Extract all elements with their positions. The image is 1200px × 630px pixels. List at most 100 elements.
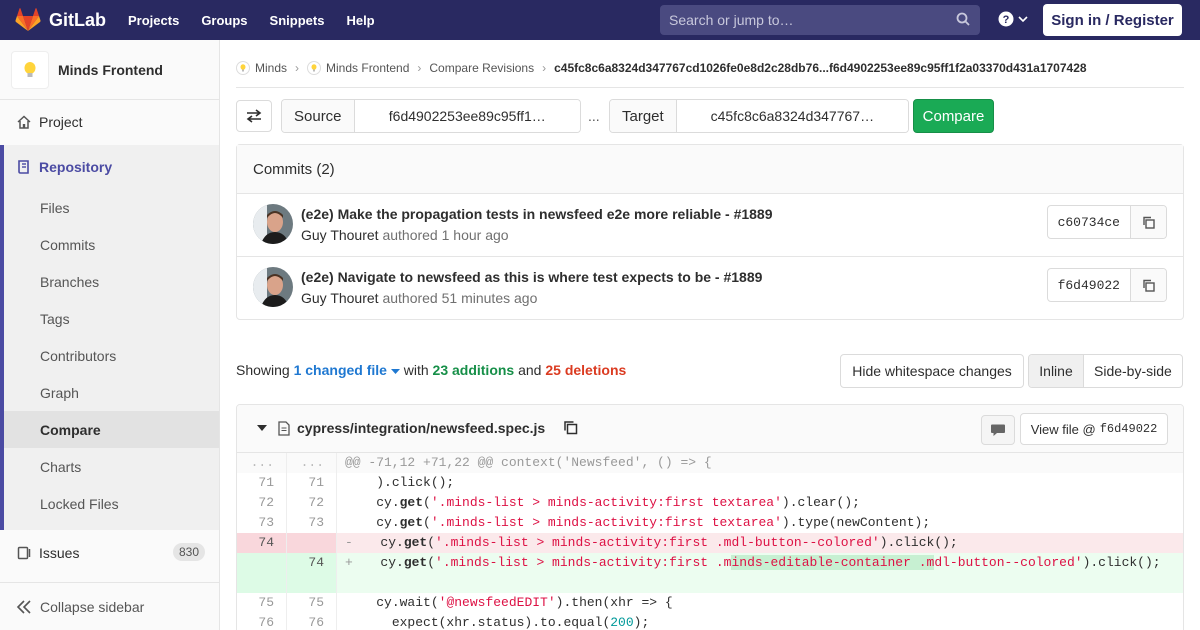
nav-link-snippets[interactable]: Snippets bbox=[270, 13, 325, 28]
copy-sha-button[interactable] bbox=[1130, 206, 1166, 238]
breadcrumb: Minds › Minds Frontend › Compare Revisio… bbox=[236, 48, 1184, 88]
home-icon bbox=[17, 114, 31, 129]
changed-files-label: 1 changed file bbox=[293, 362, 387, 378]
top-navbar: GitLab Projects Groups Snippets Help ? S… bbox=[0, 0, 1200, 40]
sidebar-item-label: Repository bbox=[39, 158, 113, 175]
old-line-number[interactable] bbox=[237, 553, 287, 593]
breadcrumb-item-compare-revisions[interactable]: Compare Revisions bbox=[429, 61, 534, 75]
commit-title[interactable]: (e2e) Navigate to newsfeed as this is wh… bbox=[301, 269, 762, 285]
breadcrumb-item-minds[interactable]: Minds bbox=[236, 60, 287, 75]
commit-sha-group: f6d49022 bbox=[1046, 268, 1167, 302]
new-line-number[interactable]: ... bbox=[287, 453, 337, 473]
new-line-number[interactable]: 76 bbox=[287, 613, 337, 630]
view-file-button[interactable]: View file @ f6d49022 bbox=[1020, 413, 1168, 445]
code-string: '.minds-list > minds-activity:first .m bbox=[435, 555, 732, 570]
diff-content: ... ... @@ -71,12 +71,22 @@ context('New… bbox=[237, 453, 1183, 630]
additions-count: 23 additions bbox=[432, 362, 515, 378]
sidebar-item-project[interactable]: Project bbox=[0, 103, 219, 140]
author-avatar[interactable] bbox=[253, 204, 293, 244]
search-input[interactable] bbox=[669, 12, 949, 28]
sidebar-item-compare[interactable]: Compare bbox=[4, 411, 219, 448]
code-text: - cy.get('.minds-list > minds-activity:f… bbox=[337, 533, 1183, 553]
toggle-comments-button[interactable] bbox=[981, 415, 1015, 445]
new-line-number[interactable]: 72 bbox=[287, 493, 337, 513]
sidebar-item-repository[interactable]: Repository bbox=[0, 148, 219, 185]
diff-stats: Showing 1 changed file with 23 additions… bbox=[236, 362, 626, 378]
view-file-label: View file @ bbox=[1030, 421, 1096, 437]
sidebar-item-branches[interactable]: Branches bbox=[4, 263, 219, 300]
search-box[interactable] bbox=[660, 5, 980, 35]
sidebar-item-graph[interactable]: Graph bbox=[4, 374, 219, 411]
copy-sha-button[interactable] bbox=[1130, 269, 1166, 301]
nav-links: Projects Groups Snippets Help bbox=[128, 13, 397, 28]
old-line-number[interactable]: 71 bbox=[237, 473, 287, 493]
sidebar-item-contributors[interactable]: Contributors bbox=[4, 337, 219, 374]
code-token: cy. bbox=[357, 555, 404, 570]
code-token: cy. bbox=[357, 535, 404, 550]
commit-title[interactable]: (e2e) Make the propagation tests in news… bbox=[301, 206, 773, 222]
target-revision-dropdown[interactable]: c45fc8c6a8324d347767… bbox=[676, 100, 908, 132]
code-string: '.minds-list > minds-activity:first text… bbox=[430, 515, 782, 530]
brand[interactable]: GitLab bbox=[0, 0, 106, 40]
book-icon bbox=[18, 159, 29, 174]
old-line-number[interactable]: ... bbox=[237, 453, 287, 473]
compare-button[interactable]: Compare bbox=[913, 99, 994, 133]
source-label: Source bbox=[282, 100, 355, 132]
code-token: ).type(newContent); bbox=[781, 515, 931, 530]
breadcrumb-item-minds-frontend[interactable]: Minds Frontend bbox=[307, 60, 409, 75]
swap-revisions-button[interactable] bbox=[236, 100, 272, 132]
addition-marker: + bbox=[345, 555, 353, 570]
sidebar-item-issues[interactable]: Issues 830 bbox=[0, 534, 219, 571]
new-line-number[interactable]: 73 bbox=[287, 513, 337, 533]
sidebar-item-tags[interactable]: Tags bbox=[4, 300, 219, 337]
commit-author[interactable]: Guy Thouret bbox=[301, 290, 379, 306]
old-line-number[interactable]: 72 bbox=[237, 493, 287, 513]
search-icon bbox=[956, 12, 970, 26]
breadcrumb-separator: › bbox=[295, 60, 300, 75]
commit-sha-link[interactable]: c60734ce bbox=[1048, 206, 1130, 238]
sidebar-item-commits[interactable]: Commits bbox=[4, 226, 219, 263]
old-line-number[interactable]: 76 bbox=[237, 613, 287, 630]
code-token: ); bbox=[633, 615, 650, 630]
source-revision-dropdown[interactable]: f6d4902253ee89c95ff1… bbox=[354, 100, 580, 132]
old-line-number[interactable]: 73 bbox=[237, 513, 287, 533]
diff-line: 75 75 cy.wait('@newsfeedEDIT').then(xhr … bbox=[237, 593, 1183, 613]
nav-link-projects[interactable]: Projects bbox=[128, 13, 179, 28]
code-string: dl-button--colored' bbox=[934, 555, 1083, 570]
hide-whitespace-button[interactable]: Hide whitespace changes bbox=[840, 354, 1024, 388]
old-line-number[interactable]: 75 bbox=[237, 593, 287, 613]
sidebar-item-charts[interactable]: Charts bbox=[4, 448, 219, 485]
code-token: get bbox=[399, 515, 424, 530]
author-avatar[interactable] bbox=[253, 267, 293, 307]
nav-link-groups[interactable]: Groups bbox=[201, 13, 247, 28]
copy-icon bbox=[1143, 279, 1155, 292]
side-by-side-view-button[interactable]: Side-by-side bbox=[1084, 355, 1182, 387]
commits-panel: Commits (2) (e2e) Make the propagation t… bbox=[236, 144, 1184, 320]
commit-sha-link[interactable]: f6d49022 bbox=[1048, 269, 1130, 301]
changed-files-dropdown[interactable]: 1 changed file bbox=[294, 362, 404, 378]
diff-view-toggle: Inline Side-by-side bbox=[1028, 354, 1183, 388]
collapse-sidebar-button[interactable]: Collapse sidebar bbox=[0, 582, 219, 630]
new-line-number[interactable]: 75 bbox=[287, 593, 337, 613]
sidebar-item-locked-files[interactable]: Locked Files bbox=[4, 485, 219, 522]
question-icon: ? bbox=[998, 11, 1014, 27]
help-dropdown[interactable]: ? bbox=[998, 11, 1028, 27]
sidebar-item-files[interactable]: Files bbox=[4, 189, 219, 226]
commits-header: Commits (2) bbox=[237, 145, 1183, 194]
new-line-number[interactable]: 71 bbox=[287, 473, 337, 493]
lightbulb-icon bbox=[24, 61, 36, 77]
file-path[interactable]: cypress/integration/newsfeed.spec.js bbox=[297, 420, 545, 436]
new-line-number[interactable]: 74 bbox=[287, 553, 337, 593]
new-line-number[interactable] bbox=[287, 533, 337, 553]
commit-author[interactable]: Guy Thouret bbox=[301, 227, 379, 243]
collapse-caret-icon[interactable] bbox=[257, 425, 267, 432]
inline-view-button[interactable]: Inline bbox=[1029, 355, 1084, 387]
old-line-number[interactable]: 74 bbox=[237, 533, 287, 553]
breadcrumb-current[interactable]: c45fc8c6a8324d347767cd1026fe0e8d2c28db76… bbox=[554, 61, 1086, 75]
copy-icon[interactable] bbox=[563, 420, 578, 435]
code-number: 200 bbox=[610, 615, 634, 630]
diff-file: cypress/integration/newsfeed.spec.js Vie… bbox=[236, 404, 1184, 630]
sidebar-project-header[interactable]: Minds Frontend bbox=[0, 40, 219, 100]
nav-link-help[interactable]: Help bbox=[346, 13, 374, 28]
sign-in-button[interactable]: Sign in / Register bbox=[1043, 4, 1182, 36]
